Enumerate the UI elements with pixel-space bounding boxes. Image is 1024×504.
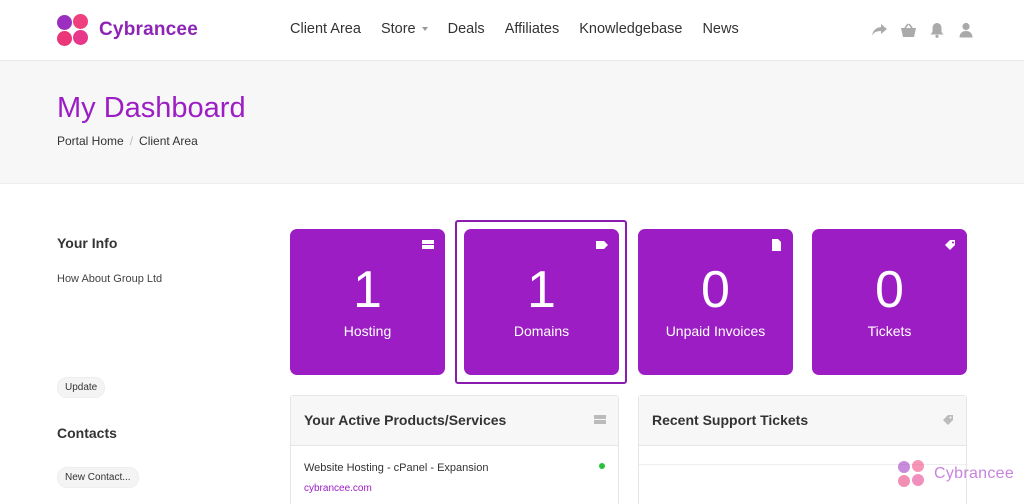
tile-unpaid-invoices[interactable]: 0 Unpaid Invoices xyxy=(638,229,793,375)
top-header: Cybrancee Client Area Store Deals Affili… xyxy=(0,0,1024,61)
nav-label: Deals xyxy=(447,21,485,37)
ticket-icon xyxy=(943,415,953,425)
bell-icon[interactable] xyxy=(928,21,946,39)
watermark-logo: Cybrancee xyxy=(898,460,1014,488)
tag-icon xyxy=(596,241,608,249)
nav-label: Store xyxy=(380,21,416,37)
tile-label: Domains xyxy=(513,323,570,339)
tile-label: Unpaid Invoices xyxy=(665,323,766,339)
nav-label: News xyxy=(702,21,739,37)
watermark-mark xyxy=(898,460,926,488)
share-icon[interactable] xyxy=(870,21,888,39)
page-header-band: My Dashboard Portal Home / Client Area xyxy=(0,61,1024,184)
tile-hosting[interactable]: 1 Hosting xyxy=(290,229,445,375)
chevron-down-icon xyxy=(421,27,428,31)
panel-header: Recent Support Tickets xyxy=(639,396,966,446)
panel-title: Recent Support Tickets xyxy=(652,412,809,428)
your-info-heading: Your Info xyxy=(57,235,118,251)
active-products-panel: Your Active Products/Services Website Ho… xyxy=(290,395,619,504)
logo-text: Cybrancee xyxy=(99,19,198,40)
nav-label: Client Area xyxy=(290,21,361,37)
nav-affiliates[interactable]: Affiliates xyxy=(505,21,560,37)
nav-deals[interactable]: Deals xyxy=(448,21,485,37)
breadcrumb-client-area: Client Area xyxy=(139,134,198,148)
brand-logo[interactable]: Cybrancee xyxy=(57,14,198,46)
nav-label: Affiliates xyxy=(504,21,560,37)
breadcrumb-separator: / xyxy=(129,134,134,148)
breadcrumb: Portal Home / Client Area xyxy=(57,134,198,148)
breadcrumb-portal-home[interactable]: Portal Home xyxy=(57,134,124,148)
contacts-heading: Contacts xyxy=(57,425,117,441)
nav-news[interactable]: News xyxy=(702,21,738,37)
ticket-icon xyxy=(945,240,955,250)
nav-label: Knowledgebase xyxy=(579,21,683,37)
tile-count: 0 xyxy=(875,261,904,319)
tile-label: Hosting xyxy=(343,323,392,339)
panel-header: Your Active Products/Services xyxy=(291,396,618,446)
update-button[interactable]: Update xyxy=(57,377,106,398)
basket-icon[interactable] xyxy=(899,21,917,39)
tile-tickets[interactable]: 0 Tickets xyxy=(812,229,967,375)
service-domain-link[interactable]: cybrancee.com xyxy=(304,483,372,494)
tile-count: 1 xyxy=(527,261,556,319)
header-icons xyxy=(870,21,986,39)
page-title: My Dashboard xyxy=(57,92,246,124)
server-icon xyxy=(422,240,434,249)
active-status-indicator xyxy=(599,463,605,469)
company-name: How About Group Ltd xyxy=(57,273,163,285)
nav-knowledgebase[interactable]: Knowledgebase xyxy=(579,21,682,37)
main-nav: Client Area Store Deals Affiliates Knowl… xyxy=(290,21,759,37)
logo-mark xyxy=(57,14,91,46)
service-name[interactable]: Website Hosting - cPanel - Expansion xyxy=(304,462,488,474)
nav-client-area[interactable]: Client Area xyxy=(290,21,361,37)
user-icon[interactable] xyxy=(957,21,975,39)
document-icon xyxy=(772,239,781,251)
server-icon xyxy=(594,415,606,424)
tile-count: 1 xyxy=(353,261,382,319)
new-contact-button[interactable]: New Contact... xyxy=(57,467,139,488)
watermark-text: Cybrancee xyxy=(934,465,1015,482)
panel-title: Your Active Products/Services xyxy=(304,412,507,428)
nav-store[interactable]: Store xyxy=(381,21,428,37)
tile-label: Tickets xyxy=(867,323,912,339)
tile-count: 0 xyxy=(701,261,730,319)
tile-domains[interactable]: 1 Domains xyxy=(464,229,619,375)
